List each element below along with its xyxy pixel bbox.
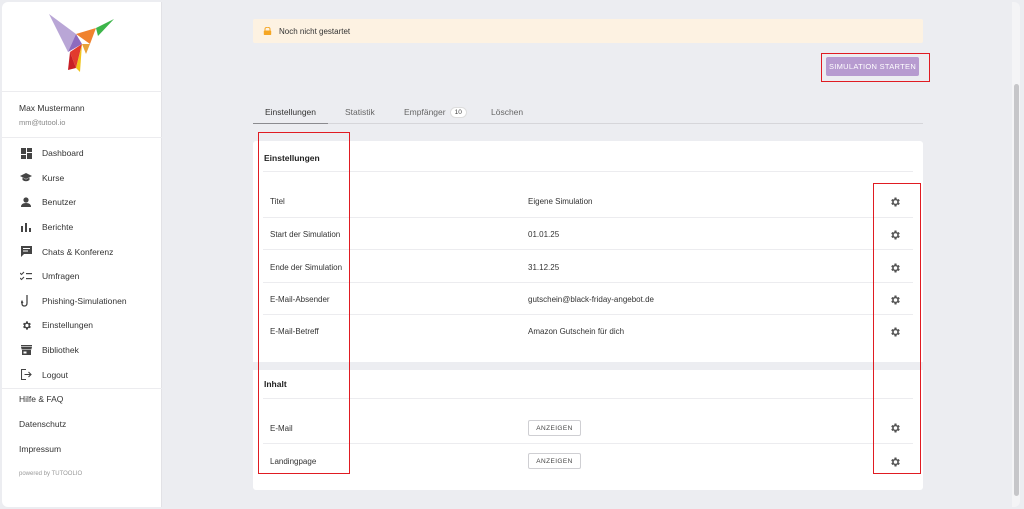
privacy-link[interactable]: Datenschutz xyxy=(19,417,66,442)
tab-statistik[interactable]: Statistik xyxy=(345,100,375,124)
gear-icon[interactable] xyxy=(889,456,901,468)
tab-label: Empfänger xyxy=(404,107,446,117)
sidebar-item-label: Chats & Konferenz xyxy=(42,246,114,257)
sidebar-item-logout[interactable]: Logout xyxy=(2,362,162,387)
user-email: mm@tutool.io xyxy=(19,118,66,127)
status-banner: Noch nicht gestartet xyxy=(253,19,923,43)
sidebar-item-label: Einstellungen xyxy=(42,320,94,331)
setting-value-absender: gutschein@black-friday-angebot.de xyxy=(528,295,654,304)
sidebar-item-kurse[interactable]: Kurse xyxy=(2,166,162,191)
setting-label-start: Start der Simulation xyxy=(270,230,341,239)
gear-icon[interactable] xyxy=(889,262,901,274)
setting-label-betreff: E-Mail-Betreff xyxy=(270,327,319,336)
gear-icon xyxy=(20,319,32,331)
divider xyxy=(263,282,913,283)
user-icon xyxy=(20,196,32,208)
start-simulation-button[interactable]: SIMULATION STARTEN xyxy=(826,57,919,76)
setting-value-betreff: Amazon Gutschein für dich xyxy=(528,327,625,336)
sidebar-item-label: Kurse xyxy=(42,172,65,183)
main-content: Noch nicht gestartet SIMULATION STARTEN … xyxy=(162,2,1020,507)
tab-label: Löschen xyxy=(491,107,524,117)
lock-icon xyxy=(263,27,272,35)
setting-value-start: 01.01.25 xyxy=(528,230,560,239)
scrollbar-thumb[interactable] xyxy=(1014,84,1019,496)
section-title-inhalt: Inhalt xyxy=(264,379,287,389)
divider xyxy=(263,398,913,399)
graduation-cap-icon xyxy=(20,172,32,184)
logout-icon xyxy=(20,369,32,381)
setting-label-titel: Titel xyxy=(270,197,285,206)
content-label-email: E-Mail xyxy=(270,424,293,433)
setting-value-ende: 31.12.25 xyxy=(528,263,560,272)
setting-label-ende: Ende der Simulation xyxy=(270,263,343,272)
divider xyxy=(263,314,913,315)
help-faq-link[interactable]: Hilfe & FAQ xyxy=(19,392,66,417)
show-email-button[interactable]: ANZEIGEN xyxy=(528,420,581,436)
show-landingpage-button[interactable]: ANZEIGEN xyxy=(528,453,581,469)
user-name: Max Mustermann xyxy=(19,103,85,113)
sidebar-item-label: Logout xyxy=(42,369,68,380)
setting-label-absender: E-Mail-Absender xyxy=(270,295,330,304)
sidebar-item-phishing[interactable]: Phishing-Simulationen xyxy=(2,289,162,314)
section-separator xyxy=(253,362,923,370)
sidebar-item-label: Berichte xyxy=(42,222,74,233)
settings-card: Einstellungen Titel Eigene Simulation St… xyxy=(253,141,923,490)
sidebar-item-label: Phishing-Simulationen xyxy=(42,295,127,306)
sidebar-item-label: Bibliothek xyxy=(42,345,79,356)
store-icon xyxy=(20,344,32,356)
divider xyxy=(263,217,913,218)
chat-icon xyxy=(20,246,32,258)
tab-empfaenger[interactable]: Empfänger 10 xyxy=(404,100,467,124)
footer-links: Hilfe & FAQ Datenschutz Impressum xyxy=(19,392,66,467)
sidebar-item-bibliothek[interactable]: Bibliothek xyxy=(2,338,162,363)
hook-icon xyxy=(20,294,32,307)
sidebar-item-label: Umfragen xyxy=(42,271,80,282)
gear-icon[interactable] xyxy=(889,422,901,434)
tab-bar: Einstellungen Statistik Empfänger 10 Lös… xyxy=(253,100,923,124)
section-title-einstellungen: Einstellungen xyxy=(264,153,320,163)
gear-icon[interactable] xyxy=(889,294,901,306)
tab-label: Einstellungen xyxy=(264,106,317,117)
sidebar-nav: Dashboard Kurse Benutzer Berichte Chats … xyxy=(2,141,162,387)
sidebar-item-berichte[interactable]: Berichte xyxy=(2,215,162,240)
tab-label: Statistik xyxy=(345,107,375,117)
tab-loeschen[interactable]: Löschen xyxy=(491,100,523,124)
powered-by: powered by TUTOOLIO xyxy=(19,471,83,477)
sidebar-item-einstellungen[interactable]: Einstellungen xyxy=(2,313,162,338)
recipient-count-badge: 10 xyxy=(449,106,467,118)
tab-einstellungen[interactable]: Einstellungen xyxy=(253,100,328,124)
gear-icon[interactable] xyxy=(889,229,901,241)
hummingbird-logo xyxy=(49,14,114,72)
sidebar-item-umfragen[interactable]: Umfragen xyxy=(2,264,162,289)
dashboard-icon xyxy=(20,147,32,159)
status-text: Noch nicht gestartet xyxy=(279,26,351,36)
app-window: Max Mustermann mm@tutool.io Dashboard Ku… xyxy=(2,2,1020,507)
divider xyxy=(2,137,162,138)
sidebar: Max Mustermann mm@tutool.io Dashboard Ku… xyxy=(2,2,162,507)
divider xyxy=(263,443,913,444)
sidebar-item-benutzer[interactable]: Benutzer xyxy=(2,190,162,215)
sidebar-item-label: Benutzer xyxy=(42,197,77,208)
user-info: Max Mustermann mm@tutool.io xyxy=(19,103,85,127)
gear-icon[interactable] xyxy=(889,196,901,208)
sidebar-item-label: Dashboard xyxy=(42,148,84,159)
setting-value-titel: Eigene Simulation xyxy=(528,197,593,206)
divider xyxy=(263,249,913,250)
divider xyxy=(2,91,162,92)
content-label-landingpage: Landingpage xyxy=(270,457,317,466)
sidebar-item-chats[interactable]: Chats & Konferenz xyxy=(2,239,162,264)
imprint-link[interactable]: Impressum xyxy=(19,442,66,467)
sidebar-item-dashboard[interactable]: Dashboard xyxy=(2,141,162,166)
gear-icon[interactable] xyxy=(889,326,901,338)
divider xyxy=(263,171,913,172)
checklist-icon xyxy=(20,270,32,282)
divider xyxy=(2,388,162,389)
bar-chart-icon xyxy=(20,221,32,233)
